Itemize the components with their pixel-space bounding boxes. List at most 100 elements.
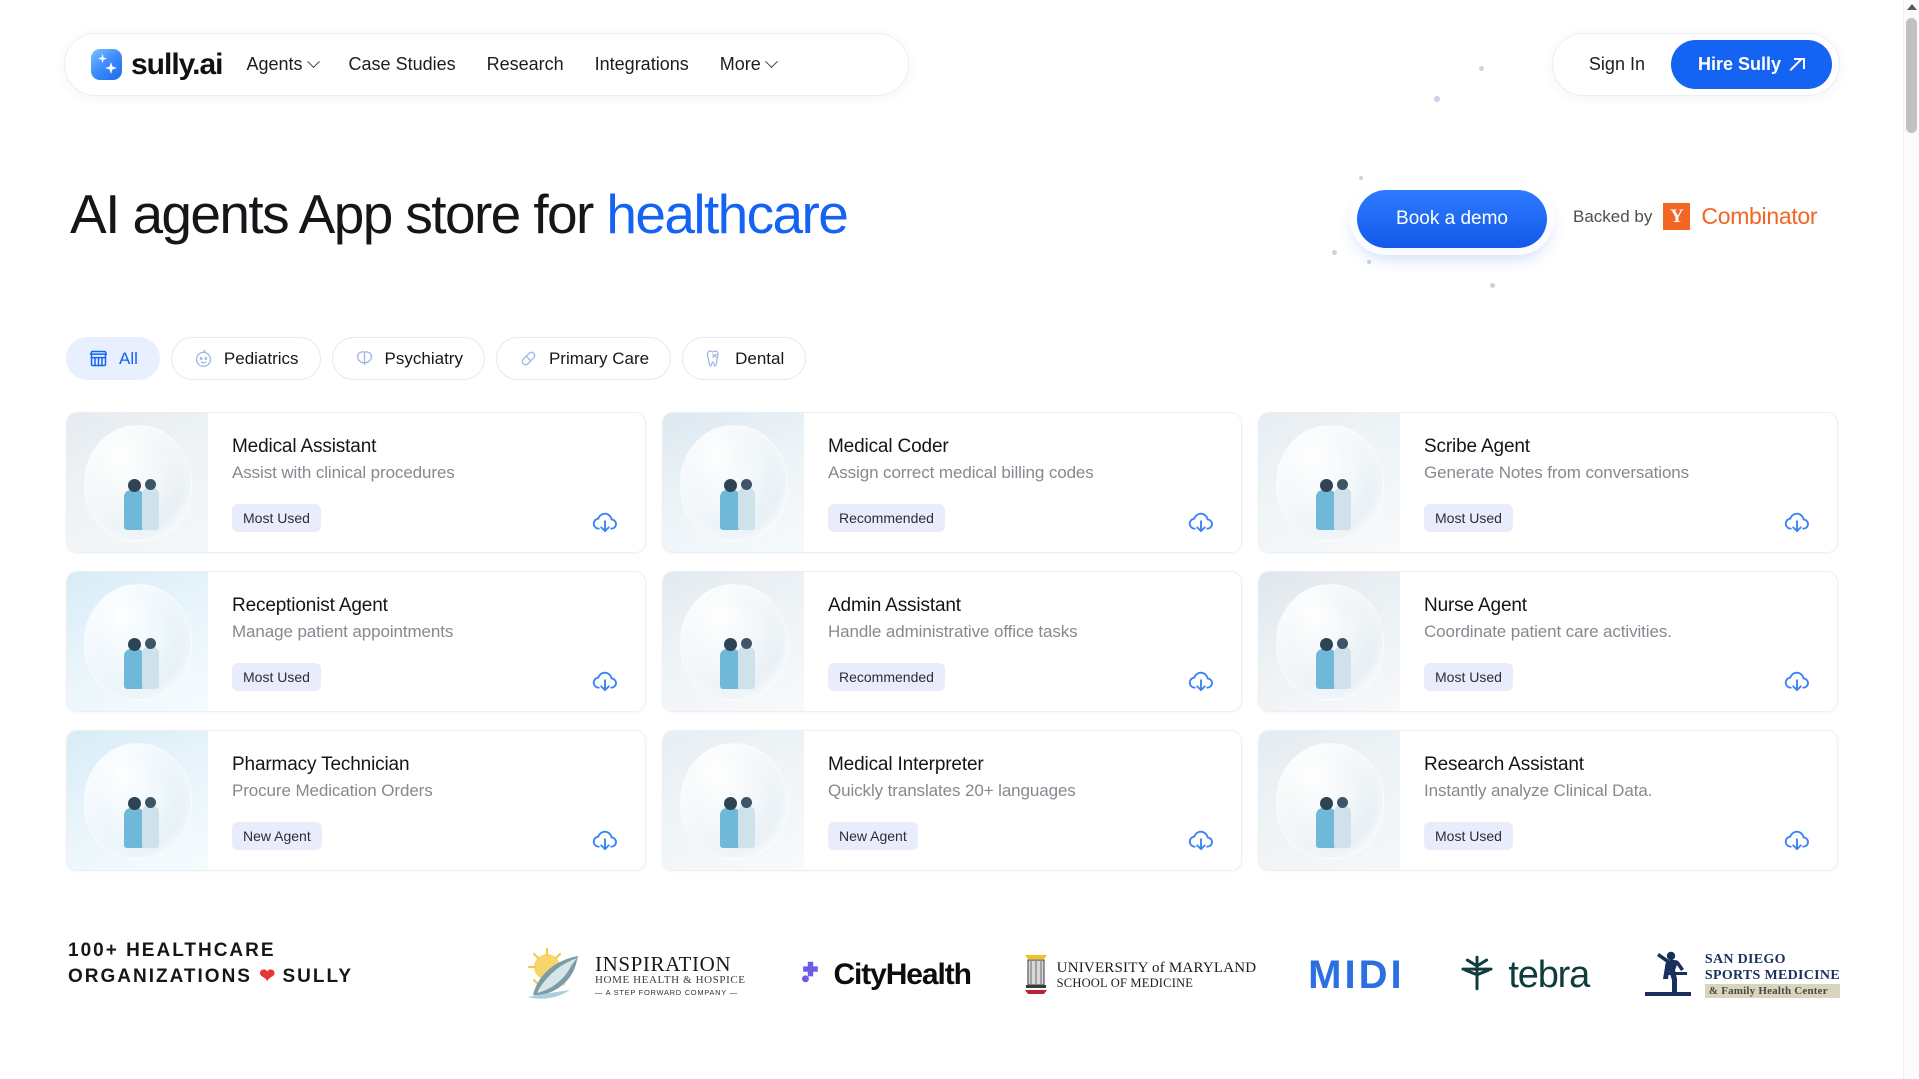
chevron-down-icon [306,55,320,69]
cloud-download-icon[interactable] [1186,508,1216,538]
status-badge: Most Used [232,663,321,691]
nav-links: Agents Case Studies Research Integration… [246,54,778,75]
nav-item-agents-label: Agents [246,54,303,74]
nav-item-integrations[interactable]: Integrations [595,54,689,75]
logo-san-diego-sports-medicine: SAN DIEGO SPORTS MEDICINE & Family Healt… [1641,944,1840,1007]
status-badge: Most Used [1424,663,1513,691]
agent-card-body: Pharmacy Technician Procure Medication O… [208,731,645,870]
page-root: sully.ai Agents Case Studies Research In… [0,0,1919,1079]
status-badge: Most Used [1424,822,1513,850]
agent-subtitle: Coordinate patient care activities. [1424,622,1672,641]
tebra-wordmark: tebra [1508,953,1590,996]
agent-card[interactable]: Research Assistant Instantly analyze Cli… [1258,730,1838,871]
agent-thumbnail [663,731,804,870]
agent-title: Pharmacy Technician [232,754,410,775]
cloud-download-icon[interactable] [1782,667,1812,697]
filter-pill-dental[interactable]: Dental [682,337,807,380]
agent-card[interactable]: Pharmacy Technician Procure Medication O… [66,730,646,871]
decorative-dot [1359,176,1363,180]
agent-card[interactable]: Medical Interpreter Quickly translates 2… [662,730,1242,871]
agent-thumbnail [67,413,208,552]
status-badge: Recommended [828,663,945,691]
scroll-up-arrow-icon[interactable] [1906,4,1917,10]
backed-by-badge: Backed by Y Combinator [1573,203,1818,230]
healthcare-orgs-headline: 100+ HEALTHCARE ORGANIZATIONS ❤ SULLY [68,938,353,990]
brand-name: sully.ai [131,47,223,81]
cloud-download-icon[interactable] [590,826,620,856]
inspiration-line-3: — A STEP FORWARD COMPANY — [595,987,738,997]
page-title-highlight: healthcare [606,183,848,245]
agent-card[interactable]: Medical Assistant Assist with clinical p… [66,412,646,553]
filter-pill-all-label: All [119,348,138,368]
decorative-dot [1490,283,1495,288]
umd-wordmark: UNIVERSITY of MARYLAND SCHOOL OF MEDICIN… [1057,960,1257,991]
hire-sully-label: Hire Sully [1697,54,1781,74]
figure-graphic [1302,786,1358,848]
agent-title: Research Assistant [1424,754,1584,775]
agent-title: Medical Coder [828,436,949,457]
nav-item-more[interactable]: More [719,54,778,75]
tooth-icon [704,348,725,369]
agent-subtitle: Assist with clinical procedures [232,463,455,482]
agent-card[interactable]: Nurse Agent Coordinate patient care acti… [1258,571,1838,712]
filter-pill-primary-care[interactable]: Primary Care [495,337,672,380]
cloud-download-icon[interactable] [1186,667,1216,697]
figure-graphic [706,468,762,530]
agent-thumbnail [663,572,804,711]
sully-sparkle-logo-icon [91,49,122,80]
agent-subtitle: Procure Medication Orders [232,781,433,800]
agent-card[interactable]: Receptionist Agent Manage patient appoin… [66,571,646,712]
agent-subtitle: Generate Notes from conversations [1424,463,1690,482]
nav-item-more-label: More [719,54,761,74]
filter-pill-all[interactable]: All [66,337,160,380]
figure-graphic [706,627,762,689]
page-title: AI agents App store for healthcare [70,182,849,246]
cloud-download-icon[interactable] [1186,826,1216,856]
agent-card[interactable]: Medical Coder Assign correct medical bil… [662,412,1242,553]
orgs-line-2-suffix: SULLY [275,966,354,987]
agent-card-body: Medical Interpreter Quickly translates 2… [804,731,1241,870]
nav-item-integrations-label: Integrations [594,54,689,74]
figure-graphic [110,627,166,689]
cityhealth-wordmark: CityHealth [833,958,971,991]
filter-pill-primary-care-label: Primary Care [548,348,650,368]
scrollbar-thumb[interactable] [1906,18,1917,133]
inspiration-wordmark: INSPIRATION HOME HEALTH & HOSPICE — A ST… [595,953,746,996]
status-badge: New Agent [828,822,918,850]
sign-in-button[interactable]: Sign In [1555,54,1671,75]
filter-pill-pediatrics[interactable]: Pediatrics [170,337,321,380]
orgs-line-2: ORGANIZATIONS ❤ SULLY [68,964,353,990]
logo-inspiration-home-health: INSPIRATION HOME HEALTH & HOSPICE — A ST… [520,947,746,1003]
umd-column-icon [1023,951,1049,1000]
heart-icon: ❤ [259,966,276,987]
nav-item-agents[interactable]: Agents [246,54,320,75]
vertical-scrollbar[interactable] [1903,0,1919,1079]
decorative-dot [1479,66,1484,71]
brand-logo[interactable]: sully.ai [91,48,223,82]
book-a-demo-button[interactable]: Book a demo [1357,190,1547,248]
inspiration-line-1: INSPIRATION [595,952,732,977]
backed-by-label: Backed by [1573,206,1653,226]
agent-title: Admin Assistant [828,595,961,616]
agent-card-body: Receptionist Agent Manage patient appoin… [208,572,645,711]
hire-sully-button[interactable]: Hire Sully [1670,40,1832,89]
partner-logo-strip: INSPIRATION HOME HEALTH & HOSPICE — A ST… [520,930,1840,1020]
chevron-down-icon [764,55,778,69]
pill-capsule-icon [518,348,539,369]
nav-item-case-studies[interactable]: Case Studies [349,54,456,75]
agent-card[interactable]: Scribe Agent Generate Notes from convers… [1258,412,1838,553]
cloud-download-icon[interactable] [1782,508,1812,538]
agent-subtitle: Manage patient appointments [232,622,454,641]
agent-thumbnail [1259,572,1400,711]
cloud-download-icon[interactable] [1782,826,1812,856]
main-navbar: sully.ai Agents Case Studies Research In… [64,33,909,96]
nav-item-research-label: Research [486,54,564,74]
filter-pill-psychiatry[interactable]: Psychiatry [331,337,485,380]
figure-graphic [706,786,762,848]
agent-card[interactable]: Admin Assistant Handle administrative of… [662,571,1242,712]
nav-item-research[interactable]: Research [487,54,564,75]
cloud-download-icon[interactable] [590,508,620,538]
cloud-download-icon[interactable] [590,667,620,697]
midi-wordmark: MIDI [1308,952,1405,997]
agent-card-body: Nurse Agent Coordinate patient care acti… [1400,572,1837,711]
